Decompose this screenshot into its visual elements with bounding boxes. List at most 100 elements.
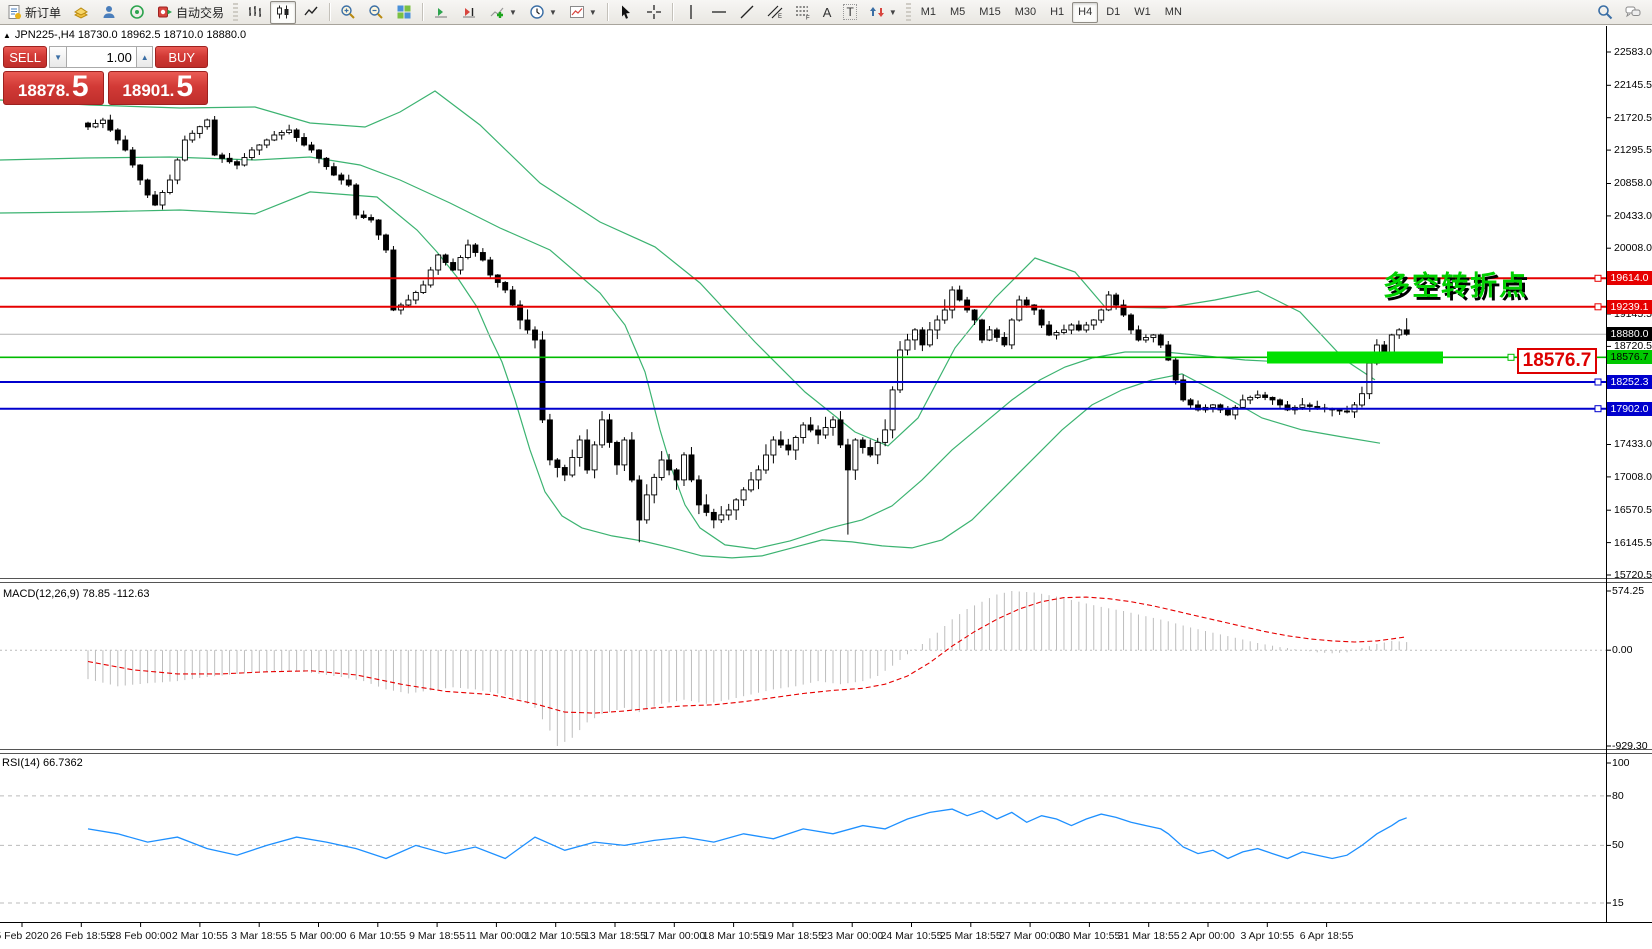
cursor-icon <box>618 4 634 20</box>
macd-label: MACD(12,26,9) 78.85 -112.63 <box>3 588 150 600</box>
arrows-tool[interactable]: ▼ <box>864 1 902 24</box>
label-tool-label: T <box>843 4 856 20</box>
timeframe-d1[interactable]: D1 <box>1100 2 1126 23</box>
buy-price-pips: 5 <box>176 72 193 102</box>
fibonacci-tool[interactable]: F <box>790 1 816 24</box>
horizontal-line-tool[interactable] <box>706 1 732 24</box>
trendline-tool[interactable] <box>734 1 760 24</box>
one-click-trading-panel: SELL ▼ ▲ BUY 18878. 5 18901. 5 <box>3 46 208 105</box>
buy-button[interactable]: BUY <box>155 46 208 68</box>
timeframe-m15[interactable]: M15 <box>973 2 1006 23</box>
new-order-label: 新订单 <box>25 4 61 21</box>
indicators-icon <box>489 4 505 20</box>
signal-icon <box>129 4 145 20</box>
timeframe-switcher: M1M5M15M30H1H4D1W1MN <box>914 2 1189 23</box>
volume-decrease-button[interactable]: ▼ <box>49 46 67 68</box>
arrows-caret-icon: ▼ <box>889 8 897 17</box>
search-icon <box>1597 4 1613 20</box>
toolbar-separator <box>422 3 423 21</box>
new-order-icon <box>6 4 22 20</box>
chart-canvas[interactable] <box>0 0 1652 949</box>
periods-caret-icon: ▼ <box>549 8 557 17</box>
auto-trading-button[interactable]: 自动交易 <box>152 1 229 24</box>
timeframe-w1[interactable]: W1 <box>1128 2 1157 23</box>
annotation-text[interactable]: 多空转折点 <box>1383 264 1528 303</box>
templates-caret-icon: ▼ <box>589 8 597 17</box>
vertical-line-icon <box>683 4 699 20</box>
sell-price-pips: 5 <box>72 72 89 102</box>
chat-icon <box>1625 4 1641 20</box>
indicators-caret-icon: ▼ <box>509 8 517 17</box>
svg-text:E: E <box>778 14 782 20</box>
zoom-out-button[interactable] <box>363 1 389 24</box>
timeframe-h1[interactable]: H1 <box>1044 2 1070 23</box>
bar-chart-button[interactable] <box>242 1 268 24</box>
tile-windows-icon <box>396 4 412 20</box>
zoom-in-icon <box>340 4 356 20</box>
candlestick-chart-icon <box>275 4 291 20</box>
text-tool[interactable]: A <box>818 1 837 24</box>
toolbar-separator <box>329 3 330 21</box>
signal-button[interactable] <box>124 1 150 24</box>
toolbar-separator <box>607 3 608 21</box>
timeframe-m5[interactable]: M5 <box>944 2 971 23</box>
text-label-tool[interactable]: T <box>838 1 861 24</box>
periods-button[interactable]: ▼ <box>524 1 562 24</box>
price-label-box[interactable]: 18576.7 <box>1517 348 1597 374</box>
sell-button[interactable]: SELL <box>3 46 47 68</box>
sell-price-main: 18878. <box>18 82 70 99</box>
vertical-line-tool[interactable] <box>678 1 704 24</box>
search-button[interactable] <box>1592 1 1618 24</box>
tile-windows-button[interactable] <box>391 1 417 24</box>
symbol-ohlc-line: JPN225-,H4 18730.0 18962.5 18710.0 18880… <box>15 29 246 41</box>
candlestick-chart-button[interactable] <box>270 1 296 24</box>
toolbar: 新订单 自动交易 <box>0 0 1652 25</box>
toolbar-grip <box>233 3 238 21</box>
channel-icon: E <box>767 4 783 20</box>
auto-scroll-button[interactable] <box>428 1 454 24</box>
line-chart-icon <box>303 4 319 20</box>
cursor-button[interactable] <box>613 1 639 24</box>
timeframe-m1[interactable]: M1 <box>915 2 942 23</box>
auto-trading-label: 自动交易 <box>176 4 224 21</box>
toolbar-grip <box>906 3 911 21</box>
zoom-out-icon <box>368 4 384 20</box>
auto-trading-icon <box>157 4 173 20</box>
volume-increase-button[interactable]: ▲ <box>136 46 154 68</box>
chart-shift-icon <box>461 4 477 20</box>
clock-icon <box>529 4 545 20</box>
arrows-icon <box>869 4 885 20</box>
text-tool-label: A <box>823 5 832 20</box>
chart-header: ▲ JPN225-,H4 18730.0 18962.5 18710.0 188… <box>3 29 246 41</box>
svg-text:F: F <box>806 16 810 21</box>
crosshair-button[interactable] <box>641 1 667 24</box>
chart-shift-button[interactable] <box>456 1 482 24</box>
timeframe-m30[interactable]: M30 <box>1009 2 1042 23</box>
rsi-label: RSI(14) 66.7362 <box>2 757 83 769</box>
profile-button[interactable] <box>96 1 122 24</box>
chat-button[interactable] <box>1620 1 1646 24</box>
line-chart-button[interactable] <box>298 1 324 24</box>
new-order-button[interactable]: 新订单 <box>1 1 66 24</box>
channel-tool[interactable]: E <box>762 1 788 24</box>
timeframe-mn[interactable]: MN <box>1159 2 1188 23</box>
timeframe-h4[interactable]: H4 <box>1072 2 1098 23</box>
symbol-arrow-icon: ▲ <box>3 31 11 40</box>
horizontal-line-icon <box>711 4 727 20</box>
buy-price-box[interactable]: 18901. 5 <box>108 71 209 105</box>
auto-scroll-icon <box>433 4 449 20</box>
crosshair-icon <box>646 4 662 20</box>
toolbar-separator <box>672 3 673 21</box>
trendline-icon <box>739 4 755 20</box>
templates-icon <box>569 4 585 20</box>
market-watch-icon <box>73 4 89 20</box>
sell-price-box[interactable]: 18878. 5 <box>3 71 104 105</box>
market-watch-button[interactable] <box>68 1 94 24</box>
buy-price-main: 18901. <box>122 82 174 99</box>
zoom-in-button[interactable] <box>335 1 361 24</box>
mt4-window: 22583.022145.521720.521295.520858.020433… <box>0 0 1652 949</box>
templates-button[interactable]: ▼ <box>564 1 602 24</box>
profile-icon <box>101 4 117 20</box>
volume-input[interactable] <box>67 46 136 68</box>
indicators-button[interactable]: ▼ <box>484 1 522 24</box>
